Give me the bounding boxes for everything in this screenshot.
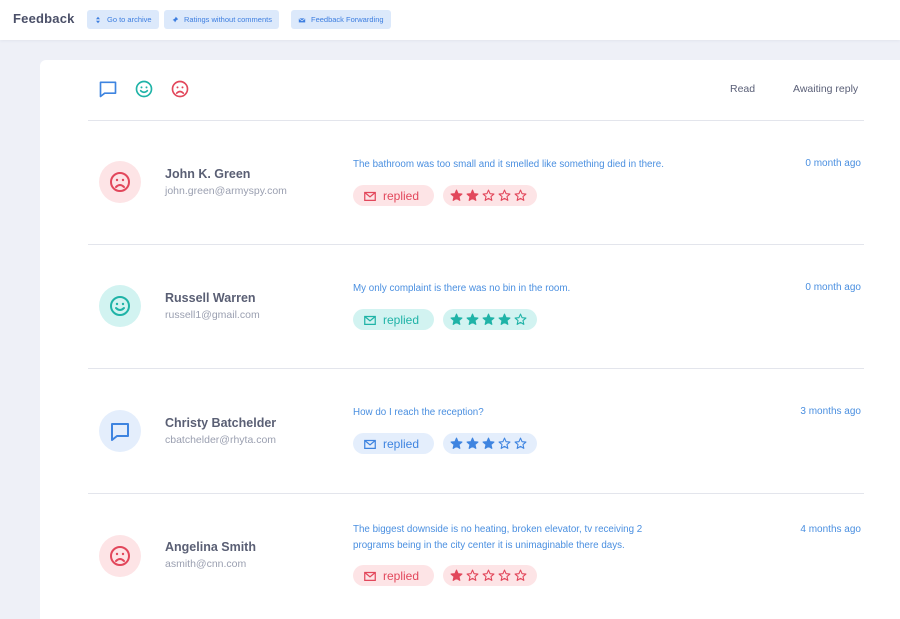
- star-rating: [443, 565, 537, 586]
- star-empty-icon: [514, 189, 527, 201]
- feedback-comment: My only complaint is there was no bin in…: [353, 283, 571, 294]
- status-label: replied: [383, 568, 420, 583]
- star-filled-icon: [450, 437, 463, 449]
- mail-reply-icon: [364, 439, 376, 449]
- star-filled-icon: [482, 437, 495, 449]
- replied-badge[interactable]: replied: [353, 185, 434, 206]
- customer-email: asmith@cnn.com: [165, 558, 247, 570]
- star-empty-icon: [482, 189, 495, 201]
- feedback-forwarding-label: Feedback Forwarding: [311, 15, 384, 24]
- feedback-comment: The bathroom was too small and it smelle…: [353, 159, 664, 170]
- go-to-archive-button[interactable]: Go to archive: [87, 10, 159, 29]
- divider: [88, 244, 864, 245]
- pin-icon: [171, 16, 179, 23]
- star-empty-icon: [466, 569, 479, 581]
- mail-tray-icon: [298, 17, 306, 22]
- ratings-without-comments-label: Ratings without comments: [184, 15, 272, 24]
- mail-reply-icon: [364, 571, 376, 581]
- avatar: [99, 161, 141, 203]
- feedback-time: 4 months ago: [800, 524, 861, 535]
- star-rating: [443, 185, 537, 206]
- smile-icon[interactable]: [134, 79, 154, 99]
- star-filled-icon: [482, 313, 495, 325]
- frown-icon: [110, 172, 130, 192]
- customer-email: john.green@armyspy.com: [165, 185, 287, 197]
- frown-icon[interactable]: [170, 79, 190, 99]
- status-label: replied: [383, 188, 420, 203]
- feedback-time: 3 months ago: [800, 406, 861, 417]
- divider: [88, 368, 864, 369]
- customer-email: cbatchelder@rhyta.com: [165, 434, 277, 446]
- feedback-card: Read Awaiting reply John K. Green john.g…: [40, 60, 900, 619]
- star-empty-icon: [514, 437, 527, 449]
- feedback-comment: How do I reach the reception?: [353, 407, 484, 418]
- customer-name: Angelina Smith: [165, 540, 256, 554]
- tab-awaiting-reply[interactable]: Awaiting reply: [793, 83, 858, 95]
- top-bar: Feedback Go to archive Ratings without c…: [0, 0, 900, 40]
- star-empty-icon: [498, 189, 511, 201]
- frown-icon: [110, 546, 130, 566]
- replied-badge[interactable]: replied: [353, 433, 434, 454]
- star-empty-icon: [514, 313, 527, 325]
- feedback-forwarding-button[interactable]: Feedback Forwarding: [291, 10, 391, 29]
- star-filled-icon: [450, 313, 463, 325]
- sort-arrows-icon: [96, 16, 100, 23]
- customer-email: russell1@gmail.com: [165, 309, 260, 321]
- chat-bubble-icon: [111, 423, 129, 441]
- mail-reply-icon: [364, 315, 376, 325]
- status-label: replied: [383, 312, 420, 327]
- go-to-archive-label: Go to archive: [107, 15, 152, 24]
- smile-icon: [110, 296, 130, 316]
- feedback-time: 0 month ago: [805, 282, 861, 293]
- star-filled-icon: [466, 437, 479, 449]
- mail-reply-icon: [364, 191, 376, 201]
- star-filled-icon: [466, 313, 479, 325]
- feedback-comment: The biggest downside is no heating, brok…: [353, 524, 643, 551]
- avatar: [99, 410, 141, 452]
- avatar: [99, 285, 141, 327]
- customer-name: Christy Batchelder: [165, 416, 277, 430]
- star-empty-icon: [514, 569, 527, 581]
- customer-name: John K. Green: [165, 167, 251, 181]
- page-title: Feedback: [13, 11, 75, 26]
- star-filled-icon: [450, 189, 463, 201]
- divider: [88, 120, 864, 121]
- star-rating: [443, 309, 537, 330]
- replied-badge[interactable]: replied: [353, 565, 434, 586]
- star-empty-icon: [498, 437, 511, 449]
- star-filled-icon: [466, 189, 479, 201]
- star-empty-icon: [498, 569, 511, 581]
- divider: [88, 493, 864, 494]
- feedback-time: 0 month ago: [805, 158, 861, 169]
- customer-name: Russell Warren: [165, 291, 256, 305]
- star-rating: [443, 433, 537, 454]
- replied-badge[interactable]: replied: [353, 309, 434, 330]
- ratings-without-comments-button[interactable]: Ratings without comments: [164, 10, 279, 29]
- tab-read[interactable]: Read: [730, 83, 755, 95]
- star-filled-icon: [450, 569, 463, 581]
- chat-bubble-icon[interactable]: [98, 79, 118, 99]
- star-empty-icon: [482, 569, 495, 581]
- status-label: replied: [383, 436, 420, 451]
- star-filled-icon: [498, 313, 511, 325]
- avatar: [99, 535, 141, 577]
